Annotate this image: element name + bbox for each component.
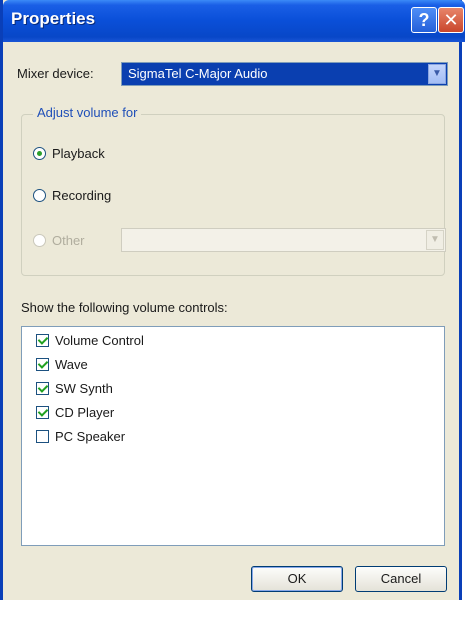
mixer-device-select[interactable]: SigmaTel C-Major Audio ▼: [121, 62, 448, 86]
cancel-button[interactable]: Cancel: [355, 566, 447, 592]
list-item-label: Wave: [55, 357, 88, 372]
list-item-label: CD Player: [55, 405, 115, 420]
radio-recording[interactable]: Recording: [33, 188, 111, 203]
other-device-select: ▼: [121, 228, 446, 252]
checkbox-icon[interactable]: [36, 430, 49, 443]
window-title: Properties: [11, 9, 96, 28]
list-item-label: PC Speaker: [55, 429, 126, 444]
radio-recording-label: Recording: [52, 188, 112, 203]
mixer-device-value: SigmaTel C-Major Audio: [128, 66, 268, 81]
volume-controls-list[interactable]: Volume Control Wave SW Synth CD Player P…: [21, 326, 445, 546]
checkbox-icon[interactable]: [36, 382, 49, 395]
list-item[interactable]: CD Player: [36, 405, 114, 420]
radio-button-icon[interactable]: [33, 189, 46, 202]
list-item[interactable]: Volume Control: [36, 333, 144, 348]
checkbox-icon[interactable]: [36, 358, 49, 371]
title-bar[interactable]: Properties ? ✕: [3, 0, 465, 42]
ok-button[interactable]: OK: [251, 566, 343, 592]
radio-playback-label: Playback: [52, 146, 105, 161]
radio-button-icon[interactable]: [33, 147, 46, 160]
mixer-device-label: Mixer device:: [17, 66, 94, 81]
volume-controls-label: Show the following volume controls:: [21, 300, 228, 315]
radio-other: Other: [33, 233, 85, 248]
list-item[interactable]: Wave: [36, 357, 88, 372]
close-button[interactable]: ✕: [438, 7, 464, 33]
background-strip: [0, 600, 469, 622]
checkbox-icon[interactable]: [36, 406, 49, 419]
list-item[interactable]: PC Speaker: [36, 429, 125, 444]
properties-dialog: Properties ? ✕ Mixer device: SigmaTel C-…: [0, 0, 465, 600]
radio-playback[interactable]: Playback: [33, 146, 105, 161]
help-button[interactable]: ?: [411, 7, 437, 33]
chevron-down-icon: ▼: [426, 230, 444, 250]
list-item-label: SW Synth: [55, 381, 113, 396]
checkbox-icon[interactable]: [36, 334, 49, 347]
chevron-down-icon[interactable]: ▼: [428, 64, 446, 84]
adjust-volume-title: Adjust volume for: [33, 105, 142, 120]
radio-button-icon: [33, 234, 46, 247]
list-item[interactable]: SW Synth: [36, 381, 113, 396]
radio-other-label: Other: [52, 233, 85, 248]
list-item-label: Volume Control: [55, 333, 144, 348]
